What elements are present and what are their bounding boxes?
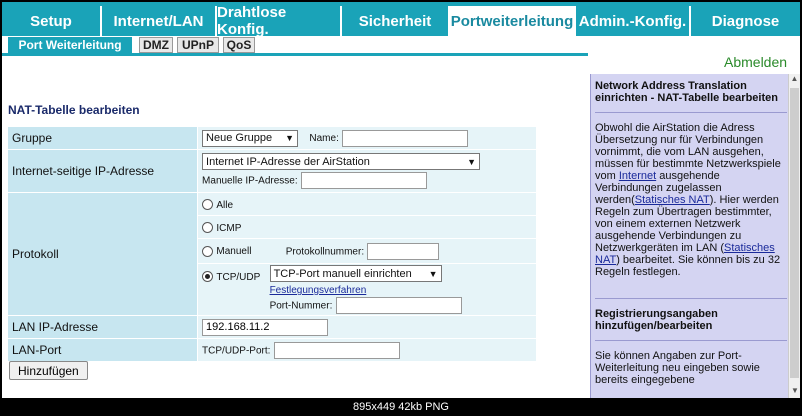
group-select[interactable]: Neue Gruppe ▼ — [202, 129, 299, 147]
help-separator — [595, 112, 787, 113]
subtab-qos[interactable]: QoS — [223, 37, 255, 53]
tab-admin-config[interactable]: Admin.-Konfig. — [576, 6, 691, 36]
help-separator — [595, 298, 787, 299]
nat-table-form: Gruppe Neue Gruppe ▼ Name: Internet-seiti… — [7, 126, 537, 362]
image-info-bar: 895x449 42kb PNG — [0, 398, 802, 416]
ip-address-select[interactable]: Internet IP-Adresse der AirStation ▼ — [202, 153, 481, 170]
protocol-manual-cell: Manuell Protokollnummer: — [198, 239, 536, 263]
radio-tcpudp-label: TCP/UDP — [216, 272, 261, 283]
help-separator — [595, 340, 787, 341]
radio-icmp-label: ICMP — [216, 223, 242, 234]
scroll-up-icon[interactable]: ▲ — [789, 74, 800, 86]
protocol-number-label: Protokollnummer: — [285, 246, 365, 258]
group-cell: Neue Gruppe ▼ Name: — [198, 127, 536, 149]
protocol-number-input[interactable] — [367, 242, 440, 260]
ip-address-cell: Internet IP-Adresse der AirStation ▼ Manu… — [198, 150, 536, 192]
lan-ip-cell — [198, 316, 536, 338]
tcpudp-port-select[interactable]: TCP-Port manuell einrichten ▼ — [269, 265, 442, 282]
manual-ip-input[interactable] — [301, 172, 427, 189]
tab-diagnose[interactable]: Diagnose — [691, 6, 800, 36]
help-title-nat: Network Address Translation einrichten -… — [595, 80, 778, 104]
help-title-registration: Registrierungsangaben hinzufügen/bearbei… — [595, 308, 718, 332]
help-body-nat: Obwohl die AirStation die Adress Überset… — [595, 122, 781, 278]
radio-all-label: Alle — [216, 200, 234, 211]
protocol-all-cell: Alle — [198, 193, 536, 215]
subtab-upnp[interactable]: UPnP — [177, 37, 219, 53]
chevron-down-icon: ▼ — [285, 133, 295, 143]
ip-address-label: Internet-seitige IP-Adresse — [8, 150, 198, 192]
tab-port-forwarding[interactable]: Portweiterleitung — [450, 6, 576, 36]
lan-ip-label: LAN IP-Adresse — [8, 316, 198, 338]
group-label: Gruppe — [8, 127, 198, 149]
tcpudp-port-label: TCP/UDP-Port: — [202, 345, 271, 357]
sub-navigation: Port Weiterleitung DMZ UPnP QoS — [2, 36, 800, 54]
help-link-static-nat[interactable]: Statisches NAT — [635, 194, 710, 206]
procedure-link[interactable]: Festlegungsverfahren — [270, 285, 367, 296]
lan-port-cell: TCP/UDP-Port: — [198, 339, 536, 361]
lan-port-input[interactable] — [273, 341, 400, 359]
tab-setup[interactable]: Setup — [2, 6, 102, 36]
name-input[interactable] — [342, 129, 469, 147]
add-button[interactable]: Hinzufügen — [9, 361, 88, 380]
tab-internet-lan[interactable]: Internet/LAN — [102, 6, 217, 36]
port-number-label: Port-Nummer: — [269, 300, 333, 312]
lan-port-label: LAN-Port — [8, 339, 198, 361]
help-link-internet[interactable]: Internet — [619, 170, 656, 182]
radio-all[interactable] — [202, 199, 214, 211]
radio-manual-label: Manuell — [216, 246, 252, 258]
help-scrollbar[interactable]: ▲ ▼ — [788, 74, 800, 398]
chevron-down-icon: ▼ — [428, 268, 438, 279]
help-panel: Network Address Translation einrichten -… — [590, 74, 790, 398]
port-number-input[interactable] — [335, 297, 462, 314]
router-admin-page: Setup Internet/LAN Drahtlose Konfig. Sic… — [2, 2, 800, 398]
scroll-down-icon[interactable]: ▼ — [789, 386, 800, 398]
main-navigation: Setup Internet/LAN Drahtlose Konfig. Sic… — [2, 2, 800, 38]
scroll-thumb[interactable] — [790, 88, 799, 378]
lan-ip-input[interactable] — [202, 318, 329, 336]
logout-link[interactable]: Abmelden — [724, 54, 787, 70]
subtab-dmz[interactable]: DMZ — [139, 37, 173, 53]
subtab-port-forwarding[interactable]: Port Weiterleitung — [8, 37, 132, 53]
page-title: NAT-Tabelle bearbeiten — [8, 103, 140, 117]
help-body-registration: Sie können Angaben zur Port-Weiterleitun… — [595, 350, 760, 386]
tab-security[interactable]: Sicherheit — [342, 6, 450, 36]
tab-wireless-config[interactable]: Drahtlose Konfig. — [217, 4, 342, 38]
protocol-tcpudp-cell: TCP/UDP TCP-Port manuell einrichten ▼ Fes… — [198, 264, 536, 315]
manual-ip-label: Manuelle IP-Adresse: — [202, 175, 298, 187]
radio-manual[interactable] — [202, 245, 214, 257]
radio-icmp[interactable] — [202, 222, 214, 234]
protocol-label: Protokoll — [8, 193, 198, 315]
nav-divider — [2, 53, 588, 56]
name-label: Name: — [309, 133, 339, 145]
chevron-down-icon: ▼ — [467, 156, 477, 167]
radio-tcpudp[interactable] — [202, 271, 214, 283]
protocol-icmp-cell: ICMP — [198, 216, 536, 238]
